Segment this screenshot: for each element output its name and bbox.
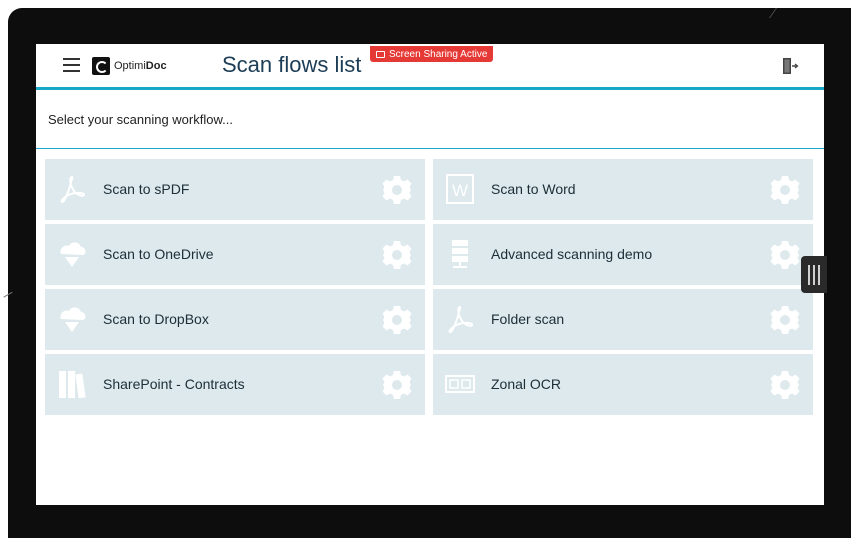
flow-tile-sharepoint-contracts[interactable]: SharePoint - Contracts [45,354,425,415]
cloud-icon [60,307,86,332]
flow-label: Scan to OneDrive [103,246,214,262]
flow-label: Advanced scanning demo [491,246,653,262]
flow-tile-advanced-scanning-demo[interactable]: Advanced scanning demo [433,224,813,285]
logo-text: OptimiDoc [114,60,167,72]
svg-text:W: W [452,181,468,200]
logo-mark-icon [92,57,110,75]
gear-icon[interactable] [769,239,801,271]
page-title: Scan flows list [222,52,362,77]
cloud-icon [60,242,86,267]
word-icon: W [446,174,474,204]
flow-tile-scan-to-spdf[interactable]: Scan to sPDF [45,159,425,220]
workflow-prompt: Select your scanning workflow... [48,112,233,127]
pdf-icon [60,175,86,203]
books-icon [59,371,86,399]
app-screen: OptimiDoc Scan flows list Screen Sharing… [36,44,824,505]
optimidoc-logo: OptimiDoc [92,56,167,76]
flow-tile-zonal-ocr[interactable]: Zonal OCR [433,354,813,415]
flow-label: Folder scan [491,311,565,327]
flow-label: Scan to DropBox [103,311,209,327]
gear-icon[interactable] [381,174,413,206]
bezel-edge [768,8,807,18]
flow-tile-folder-scan[interactable]: Folder scan [433,289,813,350]
logout-icon[interactable] [781,57,799,75]
drawer-handle[interactable] [801,256,827,293]
gear-icon[interactable] [769,304,801,336]
gear-icon[interactable] [381,239,413,271]
screen-sharing-label: Screen Sharing Active [389,48,488,60]
flow-label: Scan to Word [491,181,576,197]
gear-icon[interactable] [381,304,413,336]
screen-sharing-badge: Screen Sharing Active [370,46,494,62]
app-bar: OptimiDoc Scan flows list Screen Sharing… [36,44,824,90]
menu-icon[interactable] [63,58,80,72]
gear-icon[interactable] [769,174,801,206]
gear-icon[interactable] [381,369,413,401]
pdf-icon [448,305,474,333]
ocr-icon [445,375,475,393]
flow-label: Scan to sPDF [103,181,190,197]
gear-icon[interactable] [769,369,801,401]
flow-tile-scan-to-dropbox[interactable]: Scan to DropBox [45,289,425,350]
flow-tile-scan-to-word[interactable]: W Scan to Word [433,159,813,220]
server-icon [452,240,468,268]
workflow-prompt-bar: Select your scanning workflow... [36,90,824,149]
flow-tile-scan-to-onedrive[interactable]: Scan to OneDrive [45,224,425,285]
screen-share-icon [376,50,385,58]
flow-label: Zonal OCR [491,376,562,392]
scan-flow-grid: Scan to sPDF W Scan to Word Scan to OneD… [45,159,814,415]
flow-label: SharePoint - Contracts [103,376,245,392]
